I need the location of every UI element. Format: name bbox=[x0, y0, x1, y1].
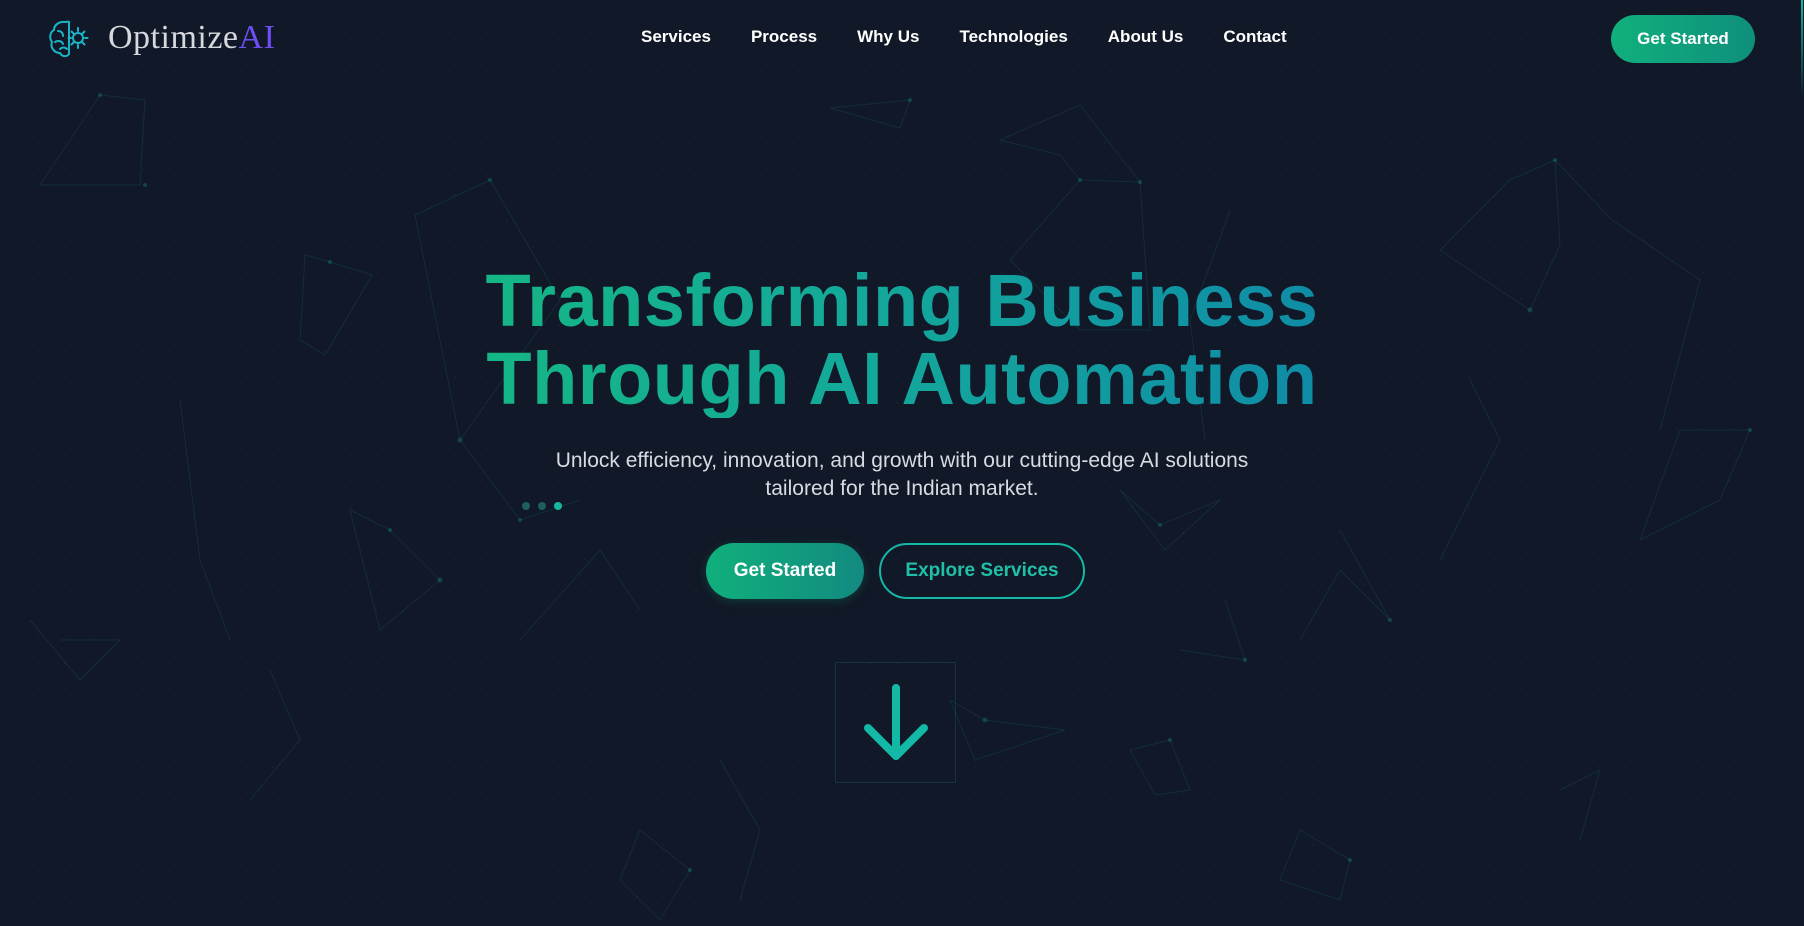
nav-item-why-us[interactable]: Why Us bbox=[857, 27, 919, 47]
explore-services-button[interactable]: Explore Services bbox=[879, 543, 1085, 599]
hero-get-started-button[interactable]: Get Started bbox=[706, 543, 864, 599]
nav-item-process[interactable]: Process bbox=[751, 27, 817, 47]
brand-name-accent: AI bbox=[238, 19, 276, 56]
main-nav: Services Process Why Us Technologies Abo… bbox=[641, 27, 1287, 47]
hero-subtitle-line-2: tailored for the Indian market. bbox=[765, 477, 1039, 500]
arrow-down-icon bbox=[863, 683, 928, 760]
page: OptimizeAI Services Process Why Us Techn… bbox=[0, 0, 1804, 926]
nav-item-technologies[interactable]: Technologies bbox=[959, 27, 1067, 47]
scroll-down-button[interactable] bbox=[835, 662, 956, 783]
slide-dot[interactable] bbox=[538, 502, 546, 510]
hero-subtitle-line-1: Unlock efficiency, innovation, and growt… bbox=[555, 449, 1249, 472]
nav-item-about-us[interactable]: About Us bbox=[1108, 27, 1184, 47]
nav-item-contact[interactable]: Contact bbox=[1223, 27, 1286, 47]
scroll-indicator-line bbox=[1801, 0, 1803, 100]
brain-gear-icon bbox=[49, 20, 89, 58]
slide-indicator bbox=[522, 502, 570, 510]
hero-title-line-1: Transforming Business bbox=[485, 259, 1319, 342]
brand-logo[interactable]: OptimizeAI bbox=[46, 16, 275, 60]
hero-subtitle: Unlock efficiency, innovation, and growt… bbox=[502, 447, 1302, 503]
hero-title: Transforming Business Through AI Automat… bbox=[402, 262, 1402, 418]
header-get-started-button[interactable]: Get Started bbox=[1611, 15, 1755, 63]
brand-name-main: Optimize bbox=[108, 19, 239, 56]
brand-name: OptimizeAI bbox=[108, 19, 275, 57]
slide-dot[interactable] bbox=[522, 502, 530, 510]
slide-dot-active[interactable] bbox=[554, 502, 562, 510]
hero-title-line-2: Through AI Automation bbox=[486, 337, 1318, 420]
site-header: OptimizeAI Services Process Why Us Techn… bbox=[0, 0, 1804, 80]
nav-item-services[interactable]: Services bbox=[641, 27, 711, 47]
